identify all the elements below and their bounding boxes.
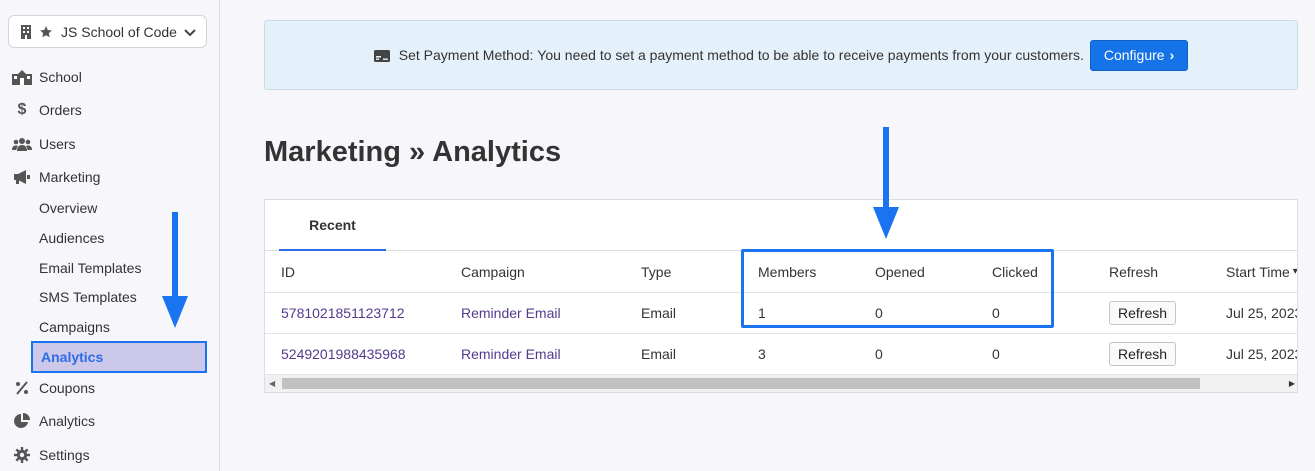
gear-icon (12, 447, 32, 463)
nav-label: Users (39, 136, 76, 152)
scrollbar-thumb[interactable] (282, 378, 1200, 389)
row-refresh-cell: Refresh (1109, 293, 1177, 333)
scroll-left-icon[interactable]: ◀ (269, 379, 275, 388)
banner-title: Set Payment Method: (398, 47, 534, 63)
subnav-overview[interactable]: Overview (39, 198, 97, 218)
row-type: Email (641, 305, 677, 321)
refresh-button[interactable]: Refresh (1109, 301, 1177, 325)
header-start-time[interactable]: Start Time ▾ (1226, 251, 1298, 292)
header-refresh: Refresh (1109, 263, 1159, 280)
school-name: JS School of Code (61, 23, 177, 40)
nav-settings[interactable]: Settings (12, 444, 90, 466)
row-id-link[interactable]: 5781021851123712 (281, 293, 405, 333)
row-campaign-link[interactable]: Reminder Email (461, 293, 561, 333)
nav-orders[interactable]: $ Orders (12, 99, 82, 121)
building-icon (19, 24, 33, 39)
percent-icon (12, 380, 32, 396)
subnav-audiences[interactable]: Audiences (39, 228, 104, 248)
row-start-time: Jul 25, 2023 (1226, 346, 1298, 362)
scroll-right-icon[interactable]: ▶ (1289, 379, 1295, 388)
pie-chart-icon (12, 413, 32, 429)
row-campaign-link[interactable]: Reminder Email (461, 334, 561, 374)
payment-banner: Set Payment Method: You need to set a pa… (264, 20, 1298, 90)
nav-label: Marketing (39, 169, 101, 185)
row-clicked: 0 (992, 346, 1000, 362)
row-type: Email (641, 346, 677, 362)
school-selector[interactable]: JS School of Code (8, 15, 207, 48)
banner-text: You need to set a payment method to be a… (537, 47, 1084, 63)
metrics-highlight-box (741, 249, 1054, 328)
chevron-down-icon (184, 24, 196, 40)
megaphone-icon (12, 169, 32, 185)
nav-label: Coupons (39, 380, 96, 396)
configure-button[interactable]: Configure › (1089, 39, 1189, 71)
dollar-icon: $ (17, 101, 27, 118)
row-refresh-cell: Refresh (1109, 334, 1177, 374)
nav-coupons[interactable]: Coupons (12, 377, 95, 399)
row-opened: 0 (875, 346, 883, 362)
nav-marketing[interactable]: Marketing (12, 166, 100, 188)
nav-school[interactable]: School (12, 66, 82, 88)
row-members: 3 (758, 346, 766, 362)
header-type[interactable]: Type (641, 251, 671, 292)
row-id-link[interactable]: 5249201988435968 (281, 334, 406, 374)
refresh-button[interactable]: Refresh (1109, 342, 1177, 366)
subnav-campaigns[interactable]: Campaigns (39, 317, 110, 337)
header-id[interactable]: ID (281, 251, 295, 292)
arrow-down-icon (162, 212, 188, 328)
nav-label: Analytics (39, 413, 96, 429)
sort-arrow-icon: ▾ (1292, 266, 1298, 277)
horizontal-scrollbar[interactable]: ◀ ▶ (265, 375, 1297, 392)
row-start-time: Jul 25, 2023 (1226, 305, 1298, 321)
nav-users[interactable]: Users (12, 133, 76, 155)
header-campaign[interactable]: Campaign (461, 251, 525, 292)
chevron-right-icon: › (1169, 47, 1175, 63)
subnav-analytics[interactable]: Analytics (31, 341, 207, 373)
subnav-sms-templates[interactable]: SMS Templates (39, 287, 137, 307)
school-icon (12, 69, 32, 85)
nav-label: Orders (39, 102, 82, 118)
nav-analytics[interactable]: Analytics (12, 410, 95, 432)
table-row: 5249201988435968 Reminder Email Email 3 … (265, 334, 1298, 375)
star-icon (39, 25, 53, 39)
users-icon (12, 136, 32, 152)
nav-label: School (39, 69, 82, 85)
credit-card-icon (373, 49, 390, 62)
subnav-email-templates[interactable]: Email Templates (39, 258, 141, 278)
nav-label: Settings (39, 447, 90, 463)
page-title: Marketing » Analytics (264, 136, 562, 168)
header-start-time-label: Start Time (1226, 263, 1290, 280)
tab-bar: Recent (265, 200, 1297, 251)
arrow-down-icon (873, 127, 899, 239)
tab-recent[interactable]: Recent (279, 200, 386, 251)
configure-label: Configure (1103, 47, 1165, 63)
